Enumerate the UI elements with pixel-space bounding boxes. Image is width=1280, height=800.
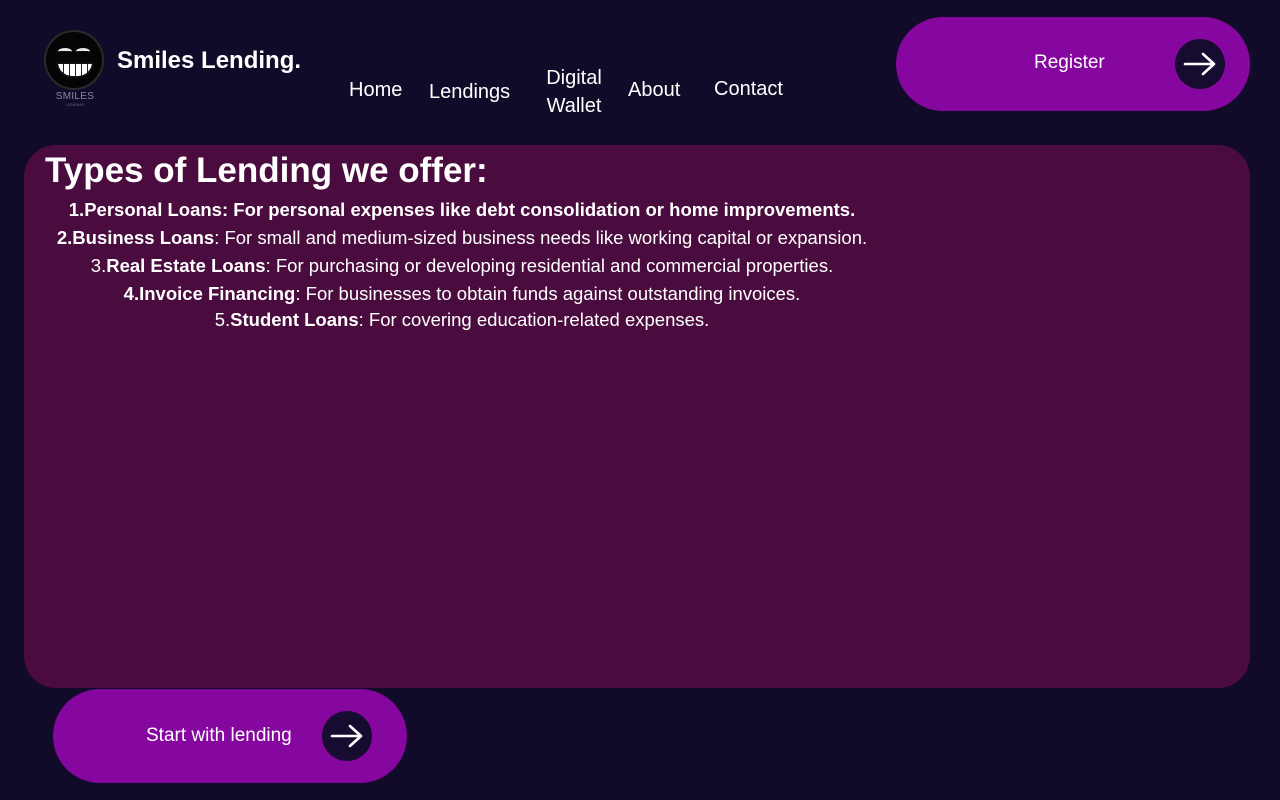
nav-digital-wallet[interactable]: Digital Wallet [538, 64, 610, 120]
logo-caption: SMILES [55, 91, 95, 102]
page: SMILES LENDING Smiles Lending. Home Lend… [0, 0, 1280, 800]
list-item: 3.Real Estate Loans: For purchasing or d… [90, 255, 834, 276]
arrow-right-icon [322, 711, 372, 761]
smiley-icon [44, 30, 104, 90]
start-lending-button-label: Start with lending [146, 725, 292, 746]
lending-types-list: 1.Personal Loans: For personal expenses … [24, 197, 900, 335]
list-item: 2.Business Loans: For small and medium-s… [56, 227, 868, 248]
arrow-right-icon [1175, 39, 1225, 89]
nav-contact[interactable]: Contact [714, 75, 783, 103]
logo-subcaption: LENDING [66, 102, 84, 107]
lending-types-panel: Types of Lending we offer: 1.Personal Lo… [24, 145, 1250, 688]
nav-lendings[interactable]: Lendings [429, 78, 510, 106]
register-button-label: Register [1034, 52, 1105, 73]
brand-logo[interactable]: SMILES LENDING [44, 30, 106, 110]
nav-home[interactable]: Home [349, 76, 402, 104]
start-lending-button[interactable]: Start with lending [53, 689, 407, 783]
list-item: 5.Student Loans: For covering education-… [214, 309, 710, 330]
brand-name[interactable]: Smiles Lending. [117, 47, 301, 75]
list-item: 4.Invoice Financing: For businesses to o… [123, 283, 801, 304]
list-item: 1.Personal Loans: For personal expenses … [68, 199, 856, 220]
register-button[interactable]: Register [896, 17, 1250, 111]
nav-about[interactable]: About [628, 76, 680, 104]
panel-title: Types of Lending we offer: [45, 151, 488, 190]
